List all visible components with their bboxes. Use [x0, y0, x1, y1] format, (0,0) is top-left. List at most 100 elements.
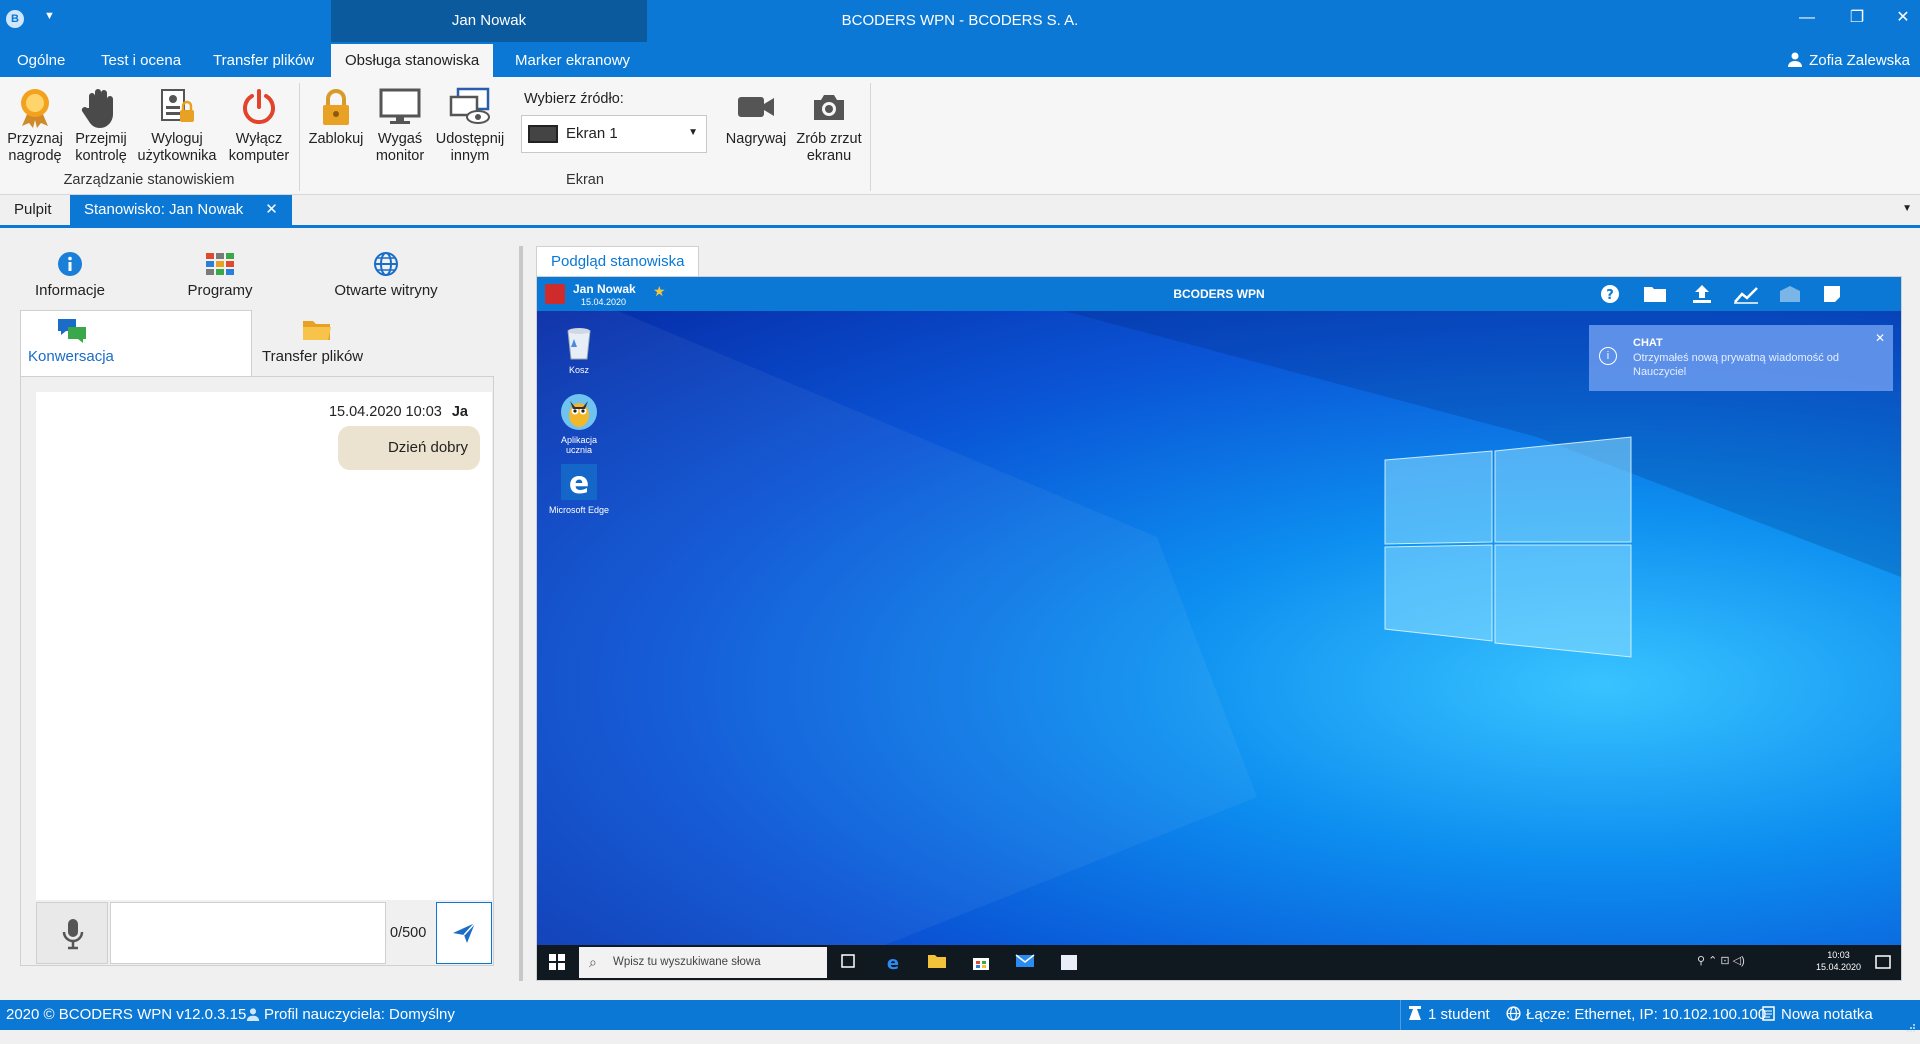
take-control-button[interactable]: Przejmij kontrolę [70, 85, 132, 165]
chart-icon[interactable] [1733, 283, 1759, 305]
status-profile: Profil nauczyciela: Domyślny [246, 1000, 455, 1030]
notepad-icon[interactable] [1059, 953, 1079, 971]
restore-button[interactable]: ❐ [1840, 4, 1874, 32]
logout-user-button[interactable]: Wyloguj użytkownika [134, 85, 220, 165]
tab-konwersacja-content[interactable]: Konwersacja [28, 316, 124, 365]
desktop-icon-edge[interactable]: e Microsoft Edge [547, 463, 611, 515]
lock-button[interactable]: Zablokuj [304, 85, 368, 148]
group-label-screen: Ekran [566, 172, 604, 188]
menu-tab-transfer[interactable]: Transfer plików [199, 44, 328, 77]
search-icon: ⌕ [589, 954, 597, 970]
turn-off-monitor-button[interactable]: Wygaś monitor [370, 85, 430, 165]
award-label-2: nagrodę [8, 148, 62, 164]
screenshot-label-1: Zrób zrzut [796, 131, 862, 147]
record-button[interactable]: Nagrywaj [720, 85, 792, 148]
windows-start-icon[interactable] [549, 954, 565, 974]
user-account[interactable]: Zofia Zalewska [1787, 44, 1910, 77]
panel-splitter[interactable] [519, 246, 523, 981]
folder-open-icon[interactable] [1643, 283, 1669, 305]
chat-notification[interactable]: i CHAT Otrzymałeś nową prywatną wiadomoś… [1589, 325, 1893, 391]
menu-tab-obsluga[interactable]: Obsługa stanowiska [331, 44, 494, 77]
status-connection-label: Łącze: Ethernet, IP: 10.102.100.100 [1526, 1006, 1767, 1023]
note-icon[interactable] [1819, 283, 1845, 305]
close-tab-icon[interactable]: ✕ [265, 201, 278, 218]
share-screen-button[interactable]: Udostępnij innym [432, 85, 508, 165]
notification-title: CHAT [1633, 337, 1663, 349]
mail-taskbar-icon[interactable] [1015, 953, 1035, 971]
minimize-button[interactable]: — [1790, 4, 1824, 32]
screenshot-button[interactable]: Zrób zrzut ekranu [792, 85, 866, 165]
tab-programy[interactable]: Programy [170, 250, 270, 299]
help-icon[interactable]: ? [1597, 283, 1623, 305]
edge-taskbar-icon[interactable]: e [883, 953, 903, 974]
award-button[interactable]: Przyznaj nagrodę [4, 85, 66, 165]
tab-otwarte-witryny[interactable]: Otwarte witryny [320, 250, 452, 299]
svg-text:e: e [569, 466, 589, 501]
source-select[interactable]: Ekran 1 ▼ [521, 115, 707, 153]
taskbar-date: 15.04.2020 [1815, 962, 1861, 972]
taskbar-clock[interactable]: 10:03 15.04.2020 [1816, 949, 1861, 973]
tab-podglad-stanowiska[interactable]: Podgląd stanowiska [536, 246, 700, 277]
status-separator [1400, 1000, 1401, 1030]
tab-transfer-plikow-label: Transfer plików [262, 348, 364, 365]
take-control-label-2: kontrolę [75, 148, 127, 164]
folder-icon [303, 321, 331, 340]
status-profile-label: Profil nauczyciela: Domyślny [264, 1006, 455, 1023]
store-icon[interactable] [971, 953, 991, 971]
chevron-down-icon: ▼ [688, 127, 698, 138]
tab-transfer-plikow[interactable]: Transfer plików [262, 316, 372, 365]
document-tabs: Pulpit Stanowisko: Jan Nowak ✕ ▼ [0, 195, 1920, 228]
action-center-icon[interactable] [1875, 954, 1891, 974]
menu-tab-test[interactable]: Test i ocena [87, 44, 195, 77]
source-select-value: Ekran 1 [566, 125, 618, 142]
tab-konwersacja-label: Konwersacja [28, 348, 114, 365]
taskbar-time: 10:03 [1827, 950, 1850, 960]
logout-user-icon [161, 89, 194, 122]
video-camera-icon [738, 97, 774, 117]
tabs-overflow-icon[interactable]: ▼ [1902, 203, 1912, 214]
menu-tab-ogolne[interactable]: Ogólne [3, 44, 79, 77]
hand-icon [81, 89, 113, 128]
app-icon[interactable]: B [6, 10, 24, 28]
upload-icon[interactable] [1689, 283, 1715, 305]
window-title: BCODERS WPN - BCODERS S. A. [841, 12, 1079, 29]
status-new-note-label: Nowa notatka [1781, 1006, 1873, 1023]
message-input[interactable] [110, 902, 386, 964]
shutdown-button[interactable]: Wyłącz komputer [224, 85, 294, 165]
recycle-bin-icon [567, 328, 591, 360]
taskbar-search[interactable]: ⌕ Wpisz tu wyszukiwane słowa [579, 947, 827, 978]
quick-access-dropdown-icon[interactable]: ▼ [44, 10, 55, 22]
resize-grip-icon[interactable] [1906, 1014, 1916, 1032]
turn-off-monitor-label-1: Wygaś [377, 131, 423, 147]
system-tray-icons[interactable]: ⚲ ⌃ ⊡ ◁) [1697, 954, 1745, 967]
task-view-icon[interactable] [839, 953, 859, 971]
doctab-pulpit[interactable]: Pulpit [0, 195, 66, 225]
message-bubble: Dzień dobry [337, 426, 480, 470]
mail-icon[interactable] [1777, 283, 1803, 305]
info-icon [58, 252, 82, 276]
menu-tab-marker[interactable]: Marker ekranowy [501, 44, 644, 77]
desktop-icon-label: Aplikacja ucznia [560, 435, 598, 455]
tab-informacje[interactable]: Informacje [20, 250, 120, 299]
desktop-icon-student-app[interactable]: Aplikacja ucznia [547, 393, 611, 455]
globe-icon [1506, 1006, 1521, 1021]
explorer-icon[interactable] [927, 953, 947, 971]
student-icon [1409, 1006, 1421, 1020]
close-button[interactable]: ✕ [1886, 4, 1920, 32]
group-label-management: Zarządzanie stanowiskiem [63, 172, 235, 188]
microphone-icon [62, 919, 84, 950]
status-new-note[interactable]: Nowa notatka [1762, 1000, 1873, 1030]
logout-user-label-2: użytkownika [137, 148, 217, 164]
screen-source-icon [528, 125, 558, 143]
apps-grid-icon [206, 253, 234, 275]
turn-off-monitor-label-2: monitor [375, 148, 425, 164]
user-icon [246, 1008, 260, 1021]
desktop-icon-recycle-bin[interactable]: Kosz [547, 323, 611, 375]
close-icon[interactable]: ✕ [1875, 331, 1885, 345]
doctab-workstation[interactable]: Stanowisko: Jan Nowak ✕ [70, 195, 292, 225]
status-students[interactable]: 1 student [1408, 1000, 1490, 1030]
send-button[interactable] [436, 902, 492, 964]
remote-top-bar: Jan Nowak 15.04.2020 ★ BCODERS WPN ? [537, 277, 1901, 311]
microphone-button[interactable] [36, 902, 108, 964]
remote-desktop-view[interactable]: Jan Nowak 15.04.2020 ★ BCODERS WPN ? Kos… [537, 277, 1901, 980]
